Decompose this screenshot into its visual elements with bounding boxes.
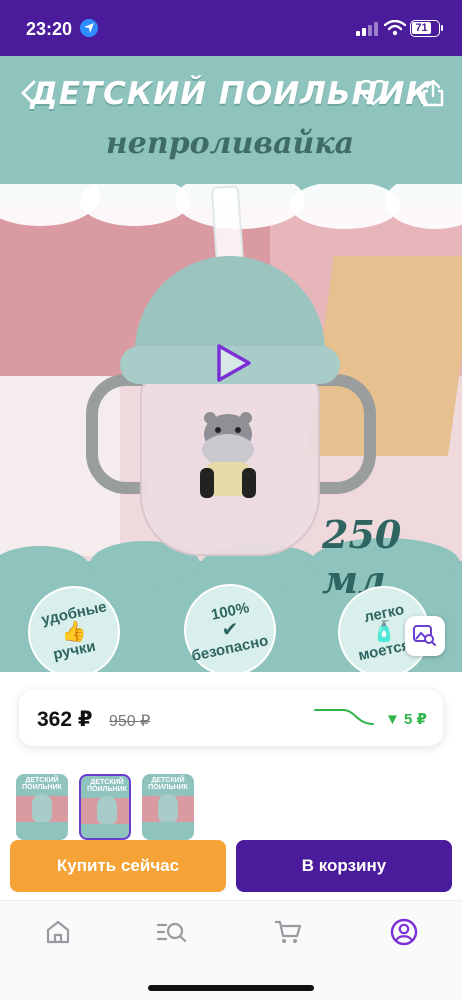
back-button[interactable] bbox=[10, 74, 48, 112]
thumbnail-caption: ДЕТСКИЙ ПОИЛЬНИК bbox=[148, 777, 188, 791]
battery-icon: 71 bbox=[410, 20, 440, 37]
home-indicator bbox=[148, 985, 314, 991]
product-image-gallery[interactable]: ДЕТСКИЙ ПОИЛЬНИК непроливайка 250 мл удо… bbox=[0, 56, 462, 672]
nav-home[interactable] bbox=[38, 917, 78, 947]
thumbnail-caption: ДЕТСКИЙ ПОИЛЬНИК bbox=[87, 779, 127, 793]
share-icon bbox=[422, 79, 444, 107]
price-trend-chart bbox=[314, 709, 374, 725]
cart-icon bbox=[274, 920, 302, 943]
hero-subtitle: непроливайка bbox=[105, 126, 355, 161]
nav-catalog[interactable] bbox=[152, 917, 192, 947]
thumbnail-cup bbox=[158, 794, 178, 822]
thumbnail-cup bbox=[97, 796, 117, 824]
badge-line: ручки bbox=[51, 637, 97, 664]
old-price: 950 ₽ bbox=[109, 713, 151, 730]
add-to-cart-button[interactable]: В корзину bbox=[236, 840, 452, 892]
badge-line: моется bbox=[356, 636, 412, 665]
thumbnail-1[interactable]: ДЕТСКИЙ ПОИЛЬНИК bbox=[79, 774, 131, 840]
badge-handles: удобные 👍 ручки bbox=[28, 586, 120, 672]
wifi-icon bbox=[383, 19, 407, 41]
play-icon bbox=[217, 344, 251, 382]
battery-level: 71 bbox=[412, 22, 431, 34]
battery-tip bbox=[441, 25, 443, 31]
cellular-signal-icon bbox=[356, 22, 380, 36]
heart-icon bbox=[359, 80, 387, 106]
status-bar: 23:20 71 bbox=[0, 0, 462, 56]
price-card[interactable]: 362 ₽ 950 ₽ ▼ 5 ₽ bbox=[19, 690, 443, 746]
badge-line: 100% bbox=[209, 599, 251, 624]
profile-icon bbox=[390, 918, 418, 946]
hippo-illustration bbox=[200, 412, 256, 498]
play-video-button[interactable] bbox=[211, 342, 253, 384]
thumbnail-strip: ДЕТСКИЙ ПОИЛЬНИК ДЕТСКИЙ ПОИЛЬНИК ДЕТСКИ… bbox=[16, 774, 216, 840]
badge-safe: 100% ✔ безопасно bbox=[184, 584, 276, 672]
nav-cart[interactable] bbox=[268, 917, 308, 947]
home-icon bbox=[46, 920, 70, 944]
status-time: 23:20 bbox=[26, 19, 73, 39]
thumbnail-caption: ДЕТСКИЙ ПОИЛЬНИК bbox=[22, 777, 62, 791]
image-search-button[interactable] bbox=[405, 616, 445, 656]
cloud-decoration bbox=[290, 181, 400, 229]
thumbnail-0[interactable]: ДЕТСКИЙ ПОИЛЬНИК bbox=[16, 774, 68, 840]
location-arrow-icon bbox=[80, 19, 98, 37]
buy-now-button[interactable]: Купить сейчас bbox=[10, 840, 226, 892]
thumbnail-2[interactable]: ДЕТСКИЙ ПОИЛЬНИК bbox=[142, 774, 194, 840]
share-button[interactable] bbox=[414, 74, 452, 112]
cup-handle-right bbox=[316, 374, 376, 494]
nav-profile[interactable] bbox=[384, 917, 424, 947]
catalog-search-icon bbox=[156, 922, 187, 943]
price-drop-indicator: ▼ 5 ₽ bbox=[385, 711, 427, 728]
chevron-left-icon bbox=[21, 80, 36, 106]
thumbnail-cup bbox=[32, 794, 52, 822]
cup-handle-left bbox=[86, 374, 146, 494]
favorite-button[interactable] bbox=[354, 74, 392, 112]
bottom-navigation bbox=[0, 900, 462, 1000]
shield-check-icon: ✔ bbox=[221, 619, 239, 641]
image-search-icon bbox=[413, 625, 436, 646]
current-price: 362 ₽ bbox=[37, 708, 93, 731]
